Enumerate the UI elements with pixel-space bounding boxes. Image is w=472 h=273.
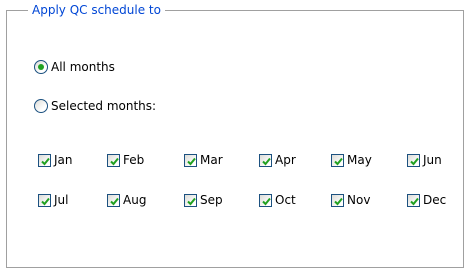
month-checkbox-mar[interactable]: Mar [184, 151, 223, 169]
month-label[interactable]: May [347, 151, 372, 169]
checkbox[interactable] [107, 193, 120, 207]
month-checkbox-apr[interactable]: Apr [259, 151, 296, 169]
all-months-radio[interactable] [34, 60, 48, 74]
check-mark-icon [41, 197, 50, 205]
month-label[interactable]: Oct [275, 191, 296, 209]
month-checkbox-oct[interactable]: Oct [259, 191, 296, 209]
month-label[interactable]: Apr [275, 151, 296, 169]
checkbox[interactable] [259, 193, 272, 207]
selected-months-radio-option[interactable]: Selected months: [34, 97, 156, 115]
groupbox-legend: Apply QC schedule to [28, 2, 165, 18]
all-months-label[interactable]: All months [51, 58, 115, 76]
checkbox[interactable] [331, 153, 344, 167]
checkbox[interactable] [38, 153, 51, 167]
month-checkbox-dec[interactable]: Dec [407, 191, 446, 209]
checkbox[interactable] [407, 193, 420, 207]
month-label[interactable]: Jul [54, 191, 68, 209]
month-checkbox-nov[interactable]: Nov [331, 191, 370, 209]
checkbox[interactable] [107, 153, 120, 167]
checkbox[interactable] [407, 153, 420, 167]
month-checkbox-sep[interactable]: Sep [184, 191, 223, 209]
checkbox[interactable] [331, 193, 344, 207]
checkbox[interactable] [184, 153, 197, 167]
month-checkbox-jun[interactable]: Jun [407, 151, 442, 169]
month-label[interactable]: Feb [123, 151, 144, 169]
month-label[interactable]: Sep [200, 191, 223, 209]
check-mark-icon [41, 157, 50, 165]
check-mark-icon [334, 157, 343, 165]
checkbox[interactable] [184, 193, 197, 207]
month-label[interactable]: Jun [423, 151, 442, 169]
selected-months-label[interactable]: Selected months: [51, 97, 156, 115]
check-mark-icon [334, 197, 343, 205]
selected-months-radio[interactable] [34, 99, 48, 113]
month-label[interactable]: Jan [54, 151, 73, 169]
month-label[interactable]: Aug [123, 191, 146, 209]
check-mark-icon [410, 197, 419, 205]
all-months-radio-option[interactable]: All months [34, 58, 115, 76]
month-checkbox-jan[interactable]: Jan [38, 151, 73, 169]
check-mark-icon [110, 197, 119, 205]
checkbox[interactable] [38, 193, 51, 207]
checkbox[interactable] [259, 153, 272, 167]
check-mark-icon [410, 157, 419, 165]
month-label[interactable]: Nov [347, 191, 370, 209]
check-mark-icon [110, 157, 119, 165]
qc-schedule-groupbox [6, 10, 464, 268]
month-label[interactable]: Dec [423, 191, 446, 209]
check-mark-icon [262, 197, 271, 205]
month-checkbox-may[interactable]: May [331, 151, 372, 169]
month-checkbox-feb[interactable]: Feb [107, 151, 144, 169]
month-checkbox-jul[interactable]: Jul [38, 191, 68, 209]
month-checkbox-aug[interactable]: Aug [107, 191, 146, 209]
check-mark-icon [262, 157, 271, 165]
month-label[interactable]: Mar [200, 151, 223, 169]
check-mark-icon [187, 157, 196, 165]
check-mark-icon [187, 197, 196, 205]
